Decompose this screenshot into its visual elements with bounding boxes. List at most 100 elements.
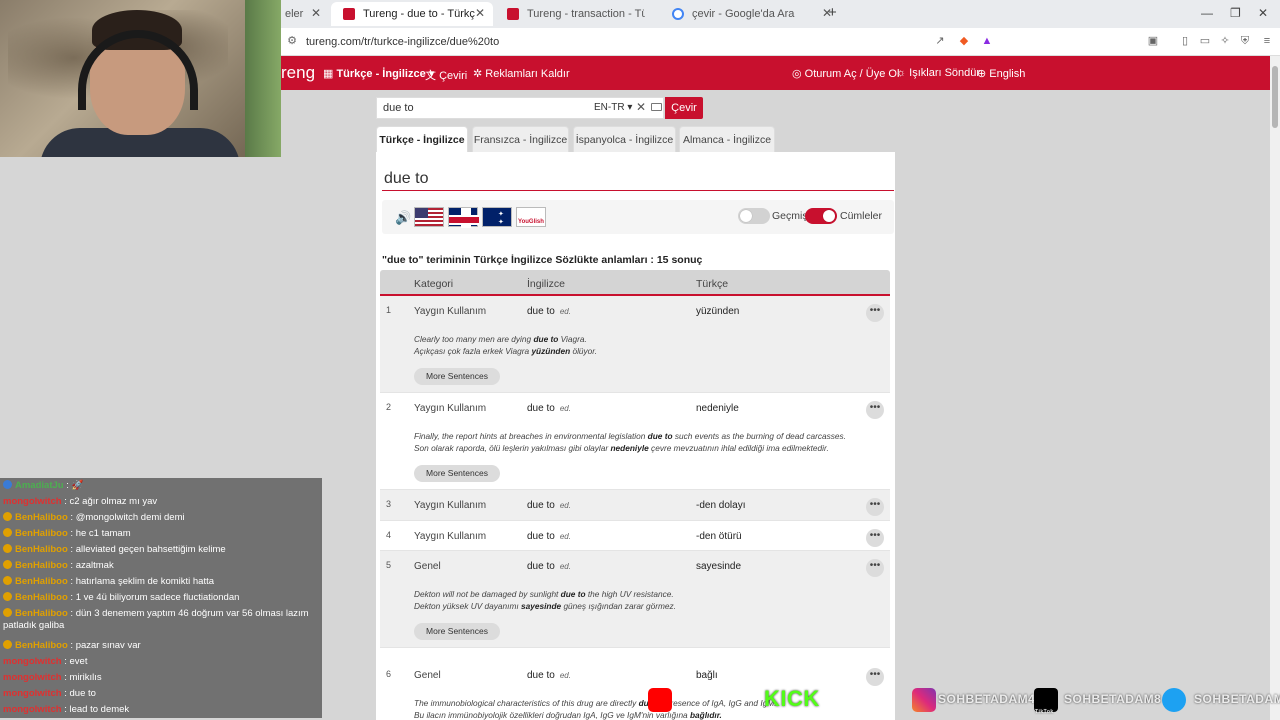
more-options-icon[interactable]: ••• xyxy=(866,401,884,419)
table-row: 2 Yaygın Kullanım due to ed. nedeniyle ••… xyxy=(380,393,890,490)
badge-icon xyxy=(3,512,12,521)
ex-text: Finally, the report hints at breaches in… xyxy=(414,431,648,441)
row-turkish[interactable]: bağlı xyxy=(696,670,718,681)
more-options-icon[interactable]: ••• xyxy=(866,498,884,516)
row-turkish[interactable]: yüzünden xyxy=(696,306,739,317)
rewards-icon[interactable]: ▲ xyxy=(981,35,993,47)
remove-ads-link[interactable]: ✲ Reklamları Kaldır xyxy=(473,67,570,80)
site-logo[interactable]: reng xyxy=(281,63,315,83)
lights-off-link[interactable]: ☼ Işıkları Söndür xyxy=(896,67,980,79)
ex-text: güneş ışığından zarar görmez. xyxy=(561,601,676,611)
url-field[interactable]: tureng.com/tr/turkce-ingilizce/due%20to xyxy=(306,36,499,48)
tab-label: Tureng - transaction - Türkçe İngilizce xyxy=(527,8,645,20)
tab-spanish-english[interactable]: İspanyolca - İngilizce xyxy=(573,126,676,152)
row-pos: ed. xyxy=(559,501,571,510)
tab-search-icon[interactable]: ▣ xyxy=(1147,35,1159,47)
chat-text: : alleviated geçen bahsettiğim kelime xyxy=(70,544,226,555)
sentences-toggle[interactable] xyxy=(805,208,837,224)
close-icon[interactable]: ✕ xyxy=(475,6,485,20)
table-row: 4 Yaygın Kullanım due to ed. -den ötürü •… xyxy=(380,521,890,551)
close-icon[interactable]: ✕ xyxy=(311,6,321,20)
tab-german-english[interactable]: Almanca - İngilizce xyxy=(679,126,775,152)
browser-tab-active[interactable]: Tureng - due to - Türkçe İngilizce ✕ xyxy=(331,2,493,26)
results-table: Kategori İngilizce Türkçe 1 Yaygın Kulla… xyxy=(380,270,890,720)
dict-menu[interactable]: ▦ Türkçe - İngilizce ▾ xyxy=(323,67,434,80)
tab-french-english[interactable]: Fransızca - İngilizce xyxy=(472,126,569,152)
badge-icon xyxy=(3,560,12,569)
au-flag-icon[interactable] xyxy=(482,207,512,227)
ex-highlight: due to xyxy=(647,431,673,441)
keyboard-icon[interactable] xyxy=(651,103,662,111)
youglish-icon[interactable]: YouGlish xyxy=(516,207,546,227)
more-options-icon[interactable]: ••• xyxy=(866,529,884,547)
chat-text-continued: patladık galiba xyxy=(3,620,65,631)
row-english[interactable]: due to ed. xyxy=(527,670,571,681)
more-sentences-button[interactable]: More Sentences xyxy=(414,623,500,640)
chat-user: BenHaliboo xyxy=(15,592,68,603)
brave-shield-icon[interactable]: ◆ xyxy=(958,35,970,47)
site-info-icon[interactable]: ⚙ xyxy=(286,35,298,47)
browser-tab[interactable]: çevir - Google'da Ara ✕ xyxy=(660,2,840,26)
row-english[interactable]: due to ed. xyxy=(527,561,571,572)
history-toggle-label: Geçmiş xyxy=(772,210,808,222)
uk-flag-icon[interactable] xyxy=(448,207,479,228)
social-bar: KICK SOHBETADAM4 TikTok SOHBETADAM8 SOHB… xyxy=(640,682,1280,720)
chat-text: : azaltmak xyxy=(70,560,114,571)
more-sentences-button[interactable]: More Sentences xyxy=(414,368,500,385)
row-english[interactable]: due to ed. xyxy=(527,500,571,511)
ex-highlight: nedeniyle xyxy=(610,443,649,453)
chat-text: : he c1 tamam xyxy=(70,528,131,539)
more-options-icon[interactable]: ••• xyxy=(866,559,884,577)
language-select-label: EN-TR xyxy=(594,102,625,113)
tureng-favicon-icon xyxy=(507,8,519,20)
badge-icon xyxy=(3,576,12,585)
search-input[interactable] xyxy=(383,101,583,115)
us-flag-icon[interactable] xyxy=(414,207,444,227)
language-link[interactable]: ⊕ English xyxy=(977,67,1025,80)
example-en: Dekton will not be damaged by sunlight d… xyxy=(414,589,674,599)
row-category: Yaygın Kullanım xyxy=(414,403,487,414)
new-tab-icon[interactable]: + xyxy=(828,4,837,21)
more-options-icon[interactable]: ••• xyxy=(866,304,884,322)
browser-tab[interactable]: Tureng - transaction - Türkçe İngilizce xyxy=(495,2,655,26)
leo-icon[interactable]: ✧ xyxy=(1219,35,1231,47)
row-number: 5 xyxy=(386,560,392,570)
row-english[interactable]: due to ed. xyxy=(527,306,571,317)
row-english[interactable]: due to ed. xyxy=(527,531,571,542)
clear-icon[interactable]: ✕ xyxy=(636,100,646,114)
restore-icon[interactable]: ❐ xyxy=(1230,6,1241,20)
translate-button[interactable]: Çevir xyxy=(665,97,703,119)
row-english[interactable]: due to ed. xyxy=(527,403,571,414)
tab-turkish-english[interactable]: Türkçe - İngilizce xyxy=(376,126,468,152)
scrollbar-thumb[interactable] xyxy=(1272,66,1278,128)
example-en: Clearly too many men are dying due to Vi… xyxy=(414,334,587,344)
minimize-icon[interactable]: — xyxy=(1201,6,1213,20)
sidebar-icon[interactable]: ▯ xyxy=(1179,35,1191,47)
language-select[interactable]: EN-TR ▾ xyxy=(594,102,632,113)
chat-message: mongolwitch : mirikılıs xyxy=(0,670,322,686)
page-scrollbar[interactable] xyxy=(1270,56,1280,720)
row-turkish[interactable]: sayesinde xyxy=(696,561,741,572)
row-number: 4 xyxy=(386,530,392,540)
row-english-term: due to xyxy=(527,561,555,572)
row-turkish[interactable]: nedeniyle xyxy=(696,403,739,414)
ex-highlight: sayesinde xyxy=(521,601,562,611)
translate-link[interactable]: 文 Çeviri xyxy=(425,67,467,83)
menu-icon[interactable]: ≡ xyxy=(1261,35,1273,47)
chat-message: BenHaliboo : @mongolwitch demi demi xyxy=(0,510,322,526)
tureng-favicon-icon xyxy=(343,8,355,20)
login-link[interactable]: ◎ Oturum Aç / Üye Ol xyxy=(792,67,899,80)
more-sentences-button[interactable]: More Sentences xyxy=(414,465,500,482)
row-turkish[interactable]: -den dolayı xyxy=(696,500,745,511)
row-turkish[interactable]: -den ötürü xyxy=(696,531,742,542)
wallet-icon[interactable]: ▭ xyxy=(1199,35,1211,47)
youtube-icon xyxy=(648,688,672,712)
history-toggle[interactable] xyxy=(738,208,770,224)
col-english: İngilizce xyxy=(527,278,565,290)
share-icon[interactable]: ↗ xyxy=(934,35,946,47)
window-close-icon[interactable]: ✕ xyxy=(1258,6,1268,20)
chat-message: BenHaliboo : dün 3 denemem yaptım 46 doğ… xyxy=(0,606,322,638)
vpn-icon[interactable]: ⛨ xyxy=(1239,35,1251,47)
speaker-icon[interactable]: 🔊 xyxy=(395,210,411,226)
browser-tab[interactable]: eler ✕ xyxy=(281,2,329,26)
